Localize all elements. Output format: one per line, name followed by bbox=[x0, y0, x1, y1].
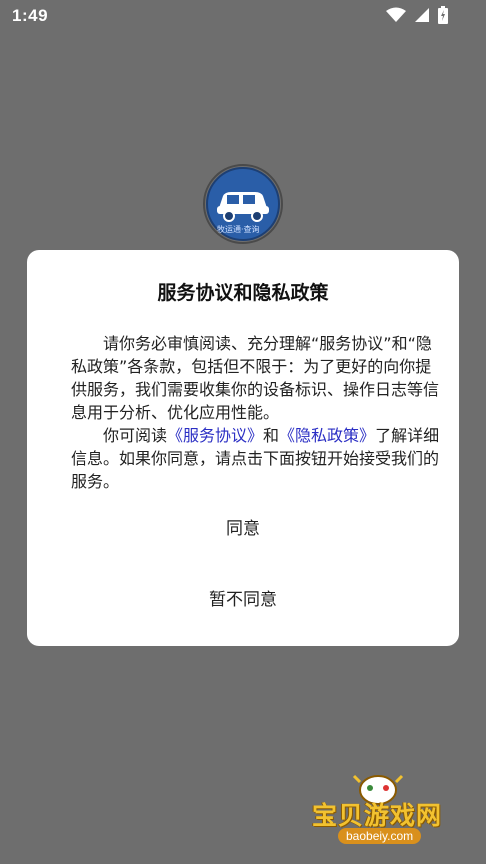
privacy-dialog: 服务协议和隐私政策 请你务必审慎阅读、充分理解“服务协议”和“隐私政策”各条款，… bbox=[27, 250, 459, 646]
dialog-title: 服务协议和隐私政策 bbox=[157, 282, 329, 304]
service-agreement-link[interactable]: 《服务协议》 bbox=[167, 426, 263, 445]
status-icons bbox=[386, 6, 448, 24]
dialog-body: 请你务必审慎阅读、充分理解“服务协议”和“隐私政策”各条款，包括但不限于：为了更… bbox=[71, 332, 441, 493]
agree-button[interactable]: 同意 bbox=[27, 509, 459, 549]
watermark-url: baobeiy.com bbox=[338, 828, 422, 844]
dialog-paragraph-1: 请你务必审慎阅读、充分理解“服务协议”和“隐私政策”各条款，包括但不限于：为了更… bbox=[71, 334, 440, 422]
dialog-paragraph-2: 你可阅读《服务协议》和《隐私政策》了解详细信息。如果你同意，请点击下面按钮开始接… bbox=[71, 424, 441, 493]
privacy-policy-link[interactable]: 《隐私政策》 bbox=[279, 426, 375, 445]
battery-icon bbox=[438, 6, 448, 24]
wifi-icon bbox=[386, 7, 406, 22]
app-logo-text: 牧运通·查询 bbox=[217, 225, 260, 234]
and-text: 和 bbox=[263, 426, 280, 445]
status-time: 1:49 bbox=[12, 6, 49, 25]
disagree-button[interactable]: 暂不同意 bbox=[27, 580, 459, 620]
signal-icon bbox=[415, 8, 429, 22]
paragraph-2-prefix: 你可阅读 bbox=[103, 426, 168, 445]
watermark-title: 宝贝游戏网 bbox=[312, 801, 443, 830]
status-bar: 1:49 bbox=[0, 0, 486, 34]
watermark: 宝贝游戏网 baobeiy.com bbox=[306, 770, 456, 858]
app-logo: 牧运通·查询 bbox=[203, 164, 287, 244]
